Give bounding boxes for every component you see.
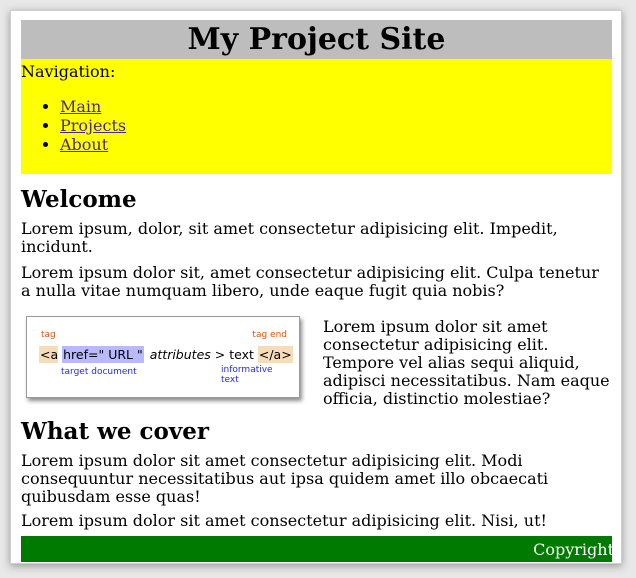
nav-item-projects: Projects [60,116,126,135]
nav-link-projects[interactable]: Projects [60,116,126,135]
diagram-code: <a href=" URL " attributes > text </a> [39,346,293,363]
diagram-tag-label: tag [41,330,56,340]
cover-heading: What we cover [21,418,209,445]
side-paragraph: Lorem ipsum dolor sit amet consectetur a… [323,317,610,408]
welcome-heading: Welcome [21,186,137,213]
site-title: My Project Site [187,21,446,57]
page: My Project Site Navigation: Main Project… [10,10,622,564]
site-footer: Copyright [21,536,612,562]
navigation: Navigation: Main Projects About [21,59,612,174]
diagram-open-tag: <a [39,346,59,363]
anchor-tag-diagram: tag tag end <a href=" URL " attributes > … [26,316,300,398]
diagram-info-label: informative text [221,365,273,385]
nav-link-about[interactable]: About [60,135,108,154]
nav-item-main: Main [60,97,126,116]
site-header: My Project Site [21,20,612,59]
copyright-text: Copyright [533,539,612,559]
diagram-tag-end-label: tag end [252,330,287,340]
welcome-paragraph-2: Lorem ipsum dolor sit, amet consectetur … [21,263,599,300]
diagram-href: href=" URL " [62,346,144,363]
nav-item-about: About [60,135,126,154]
cover-paragraph-1: Lorem ipsum dolor sit amet consectetur a… [21,451,549,506]
cover-paragraph-2: Lorem ipsum dolor sit amet consectetur a… [21,511,547,530]
diagram-close-tag: </a> [257,346,293,363]
diagram-attributes: attributes [149,347,211,362]
nav-link-main[interactable]: Main [60,97,101,116]
page-content: My Project Site Navigation: Main Project… [21,20,612,562]
diagram-target-label: target document [61,367,137,377]
welcome-paragraph-1: Lorem ipsum, dolor, sit amet consectetur… [21,219,558,256]
nav-label: Navigation: [21,62,116,81]
diagram-text: > text [214,347,254,362]
nav-list: Main Projects About [41,97,126,154]
